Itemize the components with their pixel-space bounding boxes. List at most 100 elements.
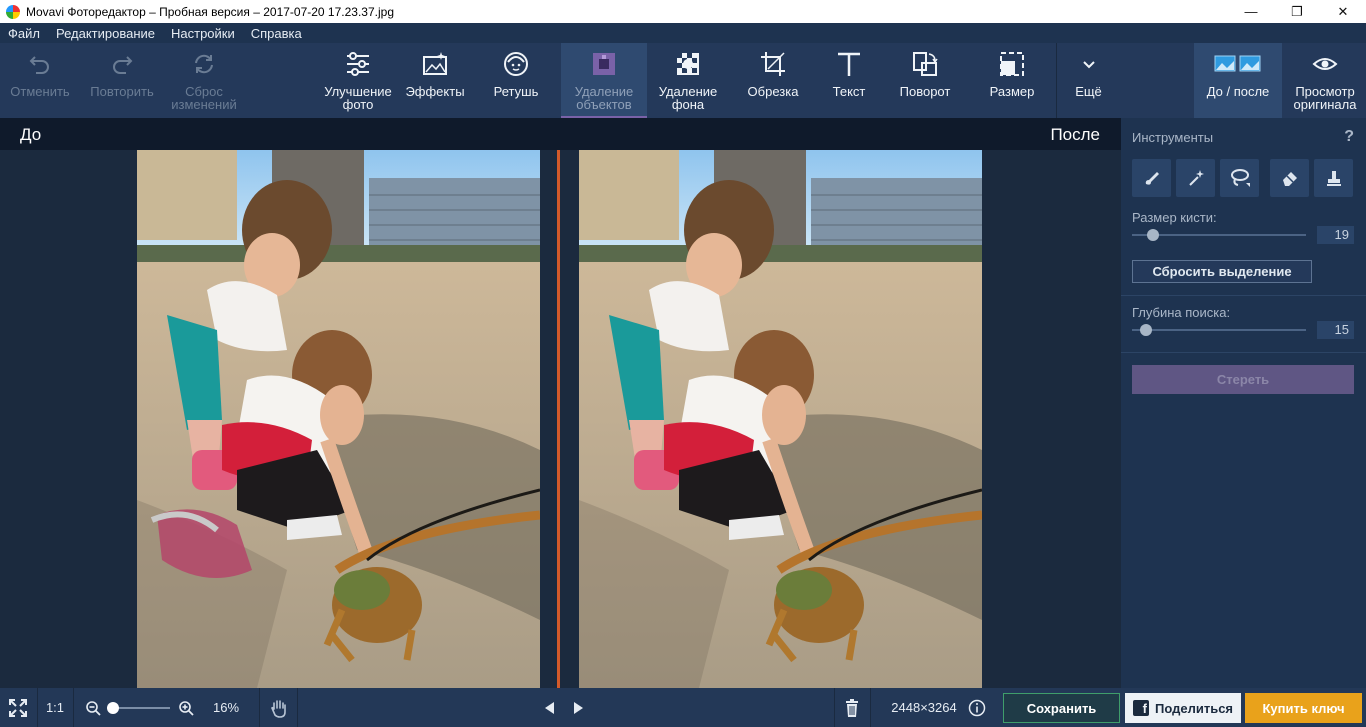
magic-wand-tool-button[interactable] bbox=[1176, 159, 1215, 197]
save-button[interactable]: Сохранить bbox=[1003, 693, 1120, 723]
arrow-right-icon bbox=[574, 701, 583, 714]
next-image-button[interactable] bbox=[568, 688, 590, 727]
text-label: Текст bbox=[832, 84, 866, 99]
menu-edit[interactable]: Редактирование bbox=[48, 26, 163, 41]
menu-file[interactable]: Файл bbox=[0, 26, 48, 41]
zoom-out-button[interactable] bbox=[80, 688, 106, 727]
undo-icon bbox=[27, 43, 53, 85]
compare-divider[interactable] bbox=[557, 150, 560, 688]
brush-size-value[interactable]: 19 bbox=[1317, 226, 1354, 244]
remove-background-label-2: фона bbox=[671, 97, 705, 112]
remove-background-button[interactable]: Удаление фона bbox=[649, 43, 727, 118]
erase-button[interactable]: Стереть bbox=[1132, 365, 1354, 394]
lasso-tool-button[interactable] bbox=[1220, 159, 1259, 197]
undo-button[interactable]: Отменить bbox=[0, 43, 80, 118]
search-depth-slider-handle[interactable] bbox=[1139, 324, 1152, 336]
zoom-out-icon bbox=[86, 700, 101, 716]
arrow-left-icon bbox=[545, 701, 554, 714]
view-toolbar: До / после Просмотр оригинала bbox=[1121, 43, 1366, 118]
text-icon bbox=[835, 43, 863, 85]
panel-divider bbox=[1121, 295, 1366, 296]
remove-background-icon bbox=[675, 43, 701, 85]
retouch-label: Ретушь bbox=[493, 84, 539, 99]
rotate-icon bbox=[911, 43, 939, 85]
brush-size-slider-handle[interactable] bbox=[1146, 229, 1159, 241]
before-after-button[interactable]: До / после bbox=[1194, 43, 1282, 118]
more-button[interactable]: Ещё bbox=[1056, 43, 1120, 118]
eraser-tool-button[interactable] bbox=[1270, 159, 1309, 197]
previous-image-button[interactable] bbox=[538, 688, 560, 727]
window-title: Movavi Фоторедактор – Пробная версия – 2… bbox=[26, 4, 394, 19]
remove-objects-label-2: объектов bbox=[576, 97, 632, 112]
main-toolbar: Отменить Повторить Сброс изменений Улучш… bbox=[0, 43, 1121, 118]
status-bar: 1:1 16% 2448×3264 Сохранить f Поделиться… bbox=[0, 688, 1366, 727]
redo-label: Повторить bbox=[90, 84, 154, 99]
zoom-in-button[interactable] bbox=[173, 688, 199, 727]
panel-divider bbox=[1121, 352, 1366, 353]
search-depth-slider[interactable] bbox=[1132, 329, 1306, 331]
facebook-icon: f bbox=[1132, 700, 1149, 716]
crop-button[interactable]: Обрезка bbox=[735, 43, 811, 118]
before-after-icon bbox=[1214, 43, 1262, 85]
menu-settings[interactable]: Настройки bbox=[163, 26, 243, 41]
help-icon[interactable]: ? bbox=[1344, 128, 1354, 146]
crop-label: Обрезка bbox=[747, 84, 799, 99]
hand-tool-button[interactable] bbox=[262, 688, 296, 727]
retouch-button[interactable]: Ретушь bbox=[478, 43, 554, 118]
resize-button[interactable]: Размер bbox=[974, 43, 1050, 118]
view-original-button[interactable]: Просмотр оригинала bbox=[1284, 43, 1366, 118]
brush-tool-button[interactable] bbox=[1132, 159, 1171, 197]
enhance-photo-button[interactable]: Улучшение фото bbox=[318, 43, 398, 118]
sliders-icon bbox=[344, 43, 372, 85]
menu-bar: Файл Редактирование Настройки Справка bbox=[0, 23, 1366, 43]
view-original-label-2: оригинала bbox=[1293, 97, 1357, 112]
zoom-level: 16% bbox=[212, 700, 240, 715]
remove-objects-button[interactable]: Удаление объектов bbox=[561, 43, 647, 118]
zoom-in-icon bbox=[179, 700, 194, 716]
reset-changes-button[interactable]: Сброс изменений bbox=[164, 43, 244, 118]
app-logo-icon bbox=[6, 4, 20, 19]
redo-button[interactable]: Повторить bbox=[80, 43, 164, 118]
trash-icon bbox=[846, 698, 858, 717]
eye-icon bbox=[1312, 43, 1338, 85]
magic-wand-icon bbox=[1188, 170, 1204, 186]
share-label: Поделиться bbox=[1154, 700, 1234, 716]
panel-heading: Инструменты bbox=[1132, 130, 1214, 145]
more-label: Ещё bbox=[1075, 84, 1102, 99]
after-label: После bbox=[1050, 125, 1100, 144]
effects-icon bbox=[421, 43, 449, 85]
effects-button[interactable]: Эффекты bbox=[398, 43, 472, 118]
eraser-icon bbox=[1282, 172, 1297, 186]
info-button[interactable] bbox=[966, 688, 988, 727]
tools-panel: Инструменты ? Размер кисти: 19 Сбросить … bbox=[1121, 118, 1366, 688]
actual-size-button[interactable]: 1:1 bbox=[38, 688, 72, 727]
crop-icon bbox=[759, 43, 787, 85]
minimize-button[interactable]: — bbox=[1228, 0, 1274, 23]
search-depth-label: Глубина поиска: bbox=[1132, 305, 1231, 320]
fullscreen-icon bbox=[9, 698, 27, 717]
maximize-button[interactable]: ❐ bbox=[1274, 0, 1320, 23]
photo-after[interactable] bbox=[579, 150, 982, 688]
stamp-icon bbox=[1326, 171, 1341, 186]
reset-icon bbox=[191, 43, 217, 85]
search-depth-value[interactable]: 15 bbox=[1317, 321, 1354, 339]
reset-selection-button[interactable]: Сбросить выделение bbox=[1132, 260, 1312, 283]
stamp-tool-button[interactable] bbox=[1314, 159, 1353, 197]
undo-label: Отменить bbox=[10, 84, 70, 99]
zoom-slider[interactable] bbox=[110, 707, 170, 709]
chevron-down-icon bbox=[1081, 43, 1097, 85]
fullscreen-button[interactable] bbox=[0, 688, 36, 727]
photo-before[interactable] bbox=[137, 150, 540, 688]
before-after-label: До / после bbox=[1206, 84, 1270, 99]
share-button[interactable]: f Поделиться bbox=[1125, 693, 1241, 723]
buy-key-button[interactable]: Купить ключ bbox=[1245, 693, 1362, 723]
menu-help[interactable]: Справка bbox=[243, 26, 310, 41]
zoom-slider-handle[interactable] bbox=[107, 702, 119, 714]
canvas-area: До После bbox=[0, 118, 1121, 688]
brush-icon bbox=[1145, 172, 1159, 185]
delete-button[interactable] bbox=[838, 688, 866, 727]
close-button[interactable]: ✕ bbox=[1320, 0, 1366, 23]
rotate-button[interactable]: Поворот bbox=[887, 43, 963, 118]
text-button[interactable]: Текст bbox=[815, 43, 883, 118]
remove-objects-icon bbox=[591, 43, 617, 85]
